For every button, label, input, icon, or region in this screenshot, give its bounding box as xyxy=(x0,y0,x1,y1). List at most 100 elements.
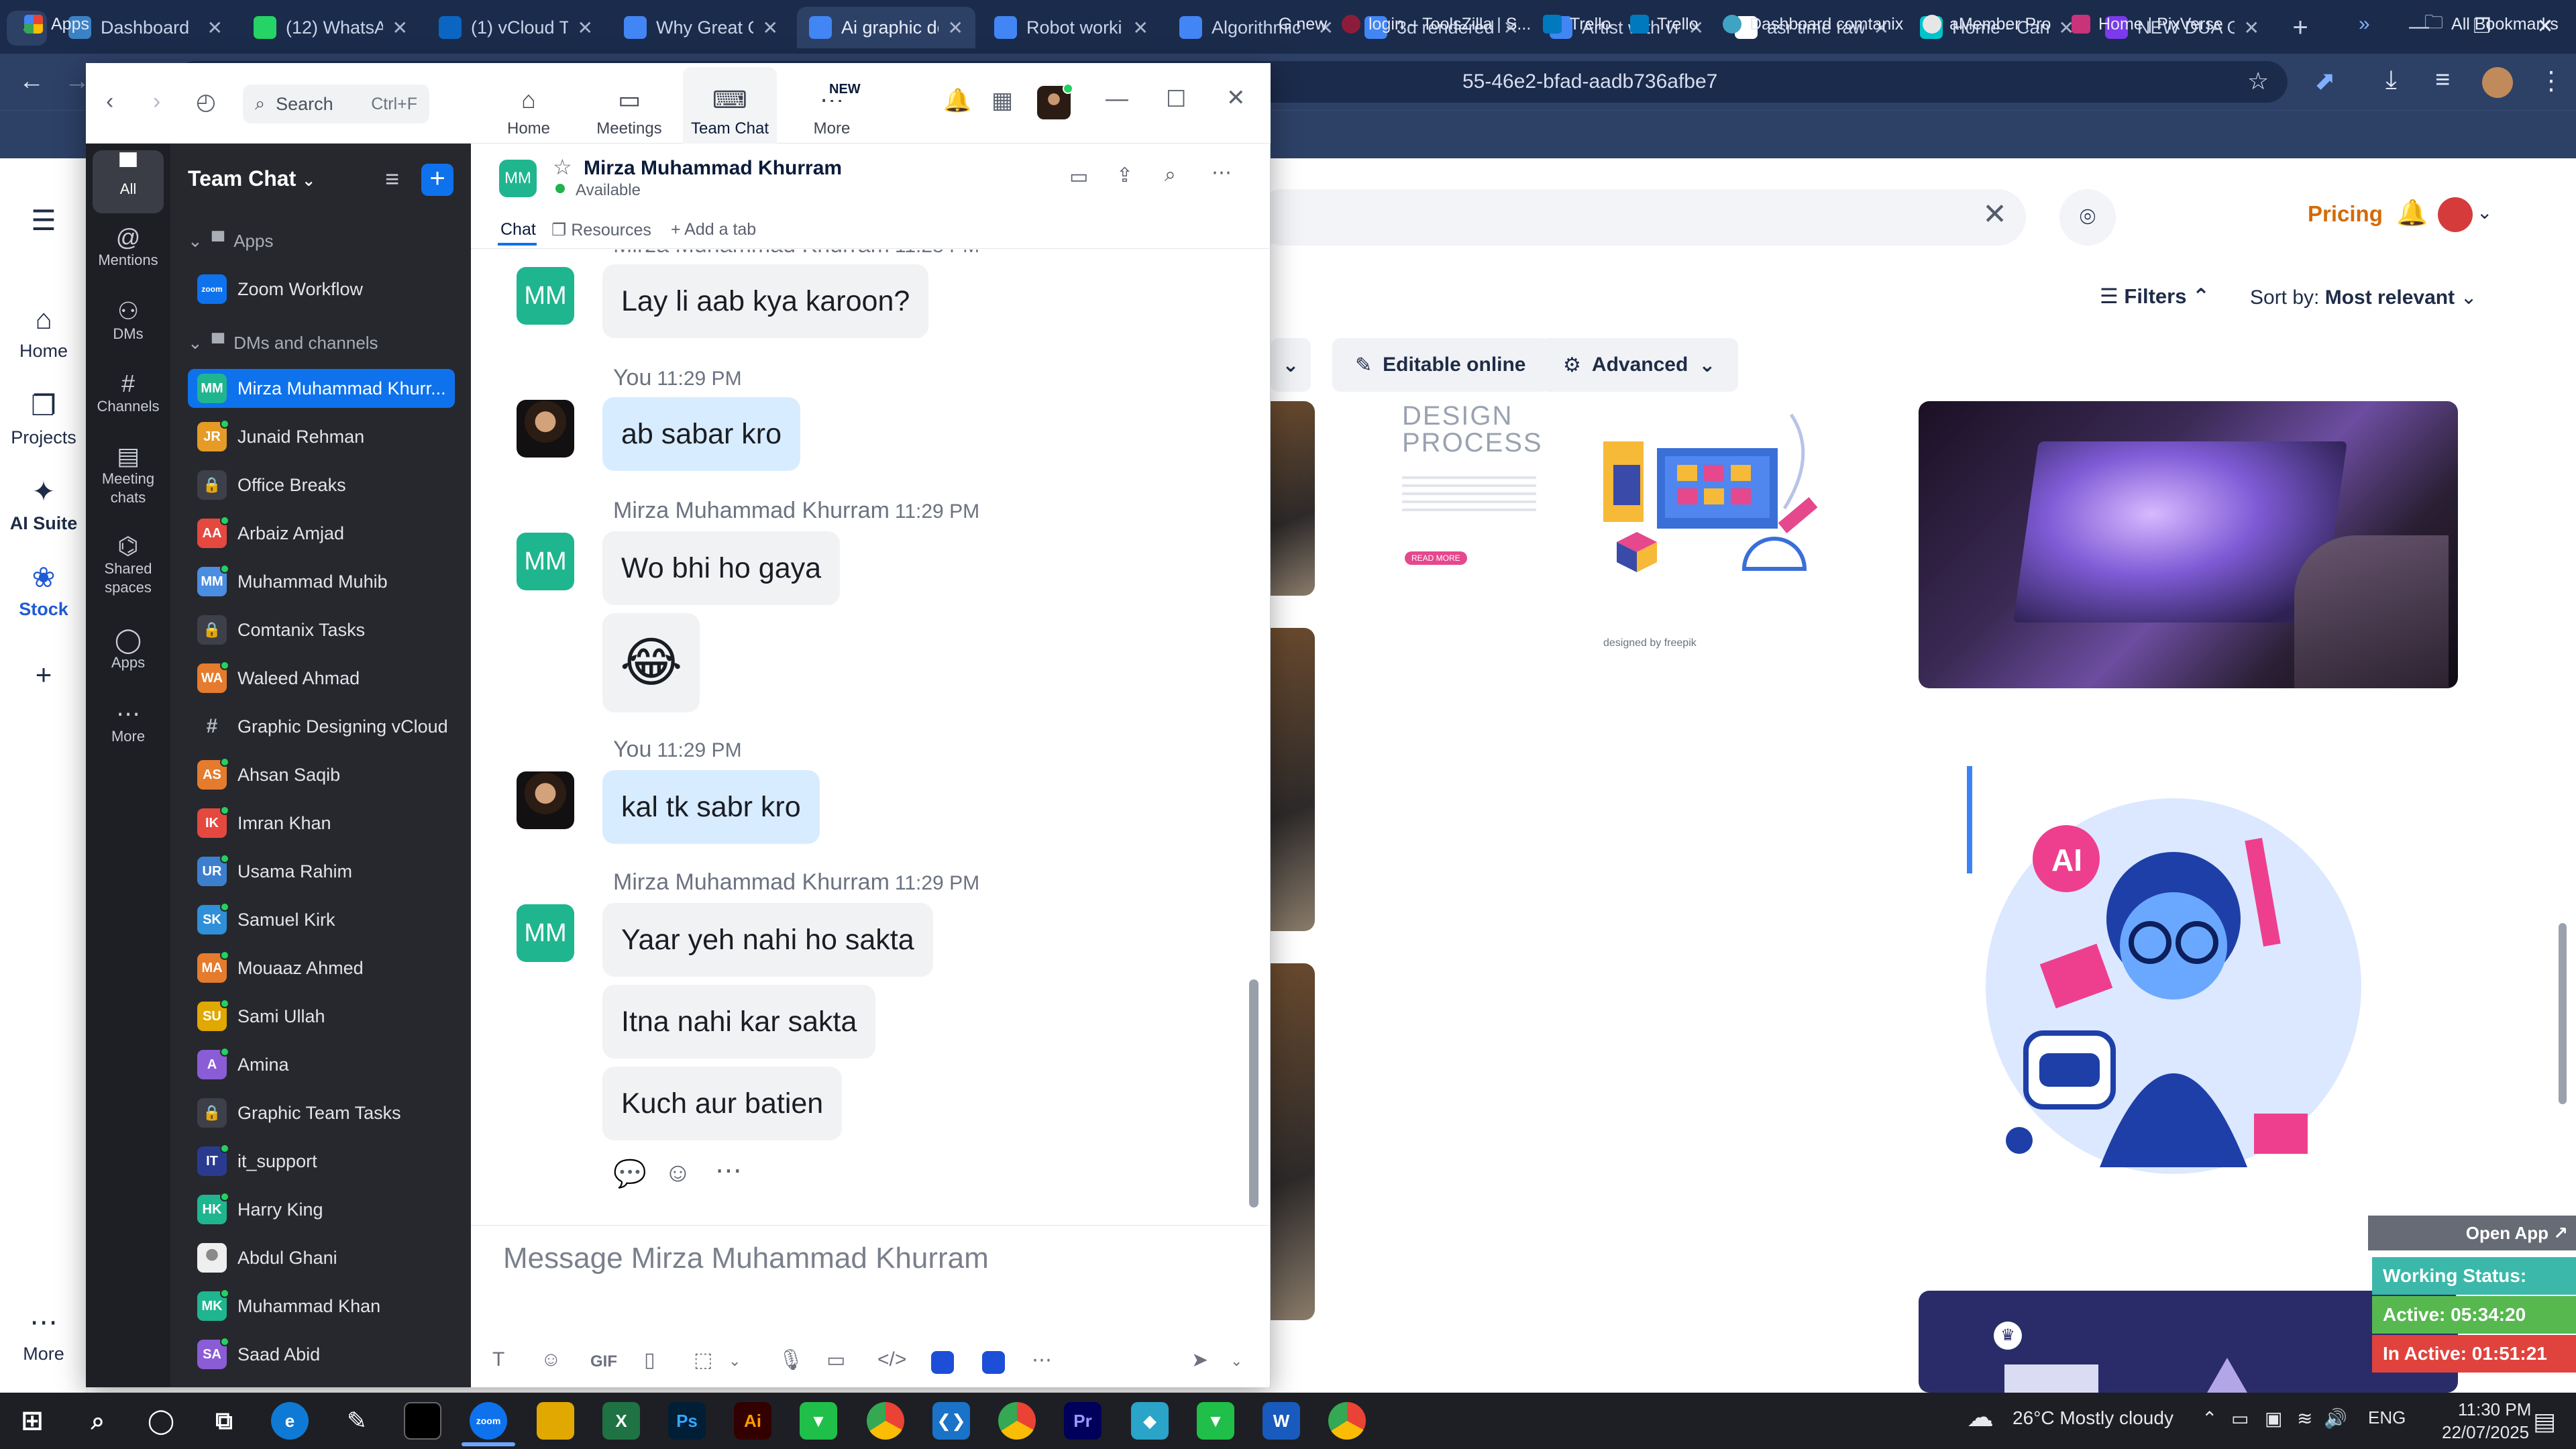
nav-more[interactable]: ⋯ More xyxy=(86,702,170,746)
sidebar-item[interactable]: AA Arbaiz Amjad xyxy=(188,514,455,553)
microphone-icon[interactable]: 🎙 xyxy=(778,1348,804,1372)
sidebar-item[interactable]: MA Mouaaz Ahmed xyxy=(188,949,455,987)
sidebar-item[interactable]: IK Imran Khan xyxy=(188,804,455,843)
forward-arrow-icon[interactable]: › xyxy=(153,89,160,115)
rail-projects[interactable]: ❐ Projects xyxy=(0,389,87,448)
bookmark-toolszilla[interactable]: login – ToolsZilla | S... xyxy=(1342,9,1531,39)
result-image-partial[interactable] xyxy=(1271,628,1315,931)
extensions-icon[interactable]: ⬈ xyxy=(2314,66,2336,96)
close-tab-icon[interactable]: ✕ xyxy=(2244,17,2259,39)
nav-shared-spaces[interactable]: ⌬ Shared spaces xyxy=(86,534,170,597)
sidebar-item[interactable]: IT it_support xyxy=(188,1142,455,1181)
editable-online-chip[interactable]: ✎ Editable online xyxy=(1332,338,1549,392)
nav-all[interactable]: ▀ All xyxy=(93,150,164,213)
sidebar-item[interactable]: SA Saad Abid xyxy=(188,1335,455,1374)
chrome-icon[interactable] xyxy=(867,1402,904,1440)
new-chat-button[interactable]: + xyxy=(421,164,453,196)
bookmark-apps[interactable]: Apps xyxy=(24,9,89,39)
sidebar-item-zoom-workflow[interactable]: zoom Zoom Workflow xyxy=(188,270,455,309)
rail-more[interactable]: ⋯ More xyxy=(0,1305,87,1364)
window-maximize-icon[interactable]: ☐ xyxy=(1166,86,1186,113)
send-icon[interactable]: ➤ xyxy=(1191,1348,1208,1372)
tray-overflow-chevron-icon[interactable]: ⌃ xyxy=(2202,1407,2217,1430)
sender-avatar[interactable]: MM xyxy=(517,267,574,325)
message-more-icon[interactable]: ⋯ xyxy=(715,1155,742,1186)
my-avatar[interactable] xyxy=(517,400,574,458)
screenshot-icon[interactable]: ⬚ xyxy=(694,1348,712,1372)
browser-tab[interactable]: Robot worki ✕ xyxy=(982,7,1161,48)
app-green-icon[interactable]: ▼ xyxy=(800,1402,837,1440)
premiere-icon[interactable]: Pr xyxy=(1064,1402,1102,1440)
weather-text[interactable]: 26°C Mostly cloudy xyxy=(2012,1407,2174,1429)
open-app-button[interactable]: Open App ↗ xyxy=(2368,1216,2576,1250)
rail-ai-suite[interactable]: ✦ AI Suite xyxy=(0,475,87,534)
bookmark-dashboard-comtanix[interactable]: Dashboard comtanix xyxy=(1723,9,1903,39)
app-integration-icon[interactable] xyxy=(931,1351,954,1374)
bookmark-amember[interactable]: aMember Pro xyxy=(1923,9,2051,39)
tray-app-icon[interactable]: ▭ xyxy=(2231,1407,2249,1430)
browser-tab[interactable]: Why Great G ✕ xyxy=(612,7,790,48)
sidebar-item[interactable]: WA Waleed Ahmad xyxy=(188,659,455,698)
browser-menu-icon[interactable]: ⋮ xyxy=(2538,66,2564,96)
message-bubble[interactable]: Yaar yeh nahi ho sakta xyxy=(602,903,933,977)
page-scrollbar[interactable] xyxy=(2559,923,2567,1104)
more-bookmarks-chevron-icon[interactable]: » xyxy=(2359,9,2370,39)
account-chevron-icon[interactable]: ⌄ xyxy=(2477,201,2492,223)
profile-avatar[interactable] xyxy=(2482,67,2513,98)
contact-name[interactable]: Mirza Muhammad Khurram xyxy=(584,157,842,180)
cortana-icon[interactable]: ◯ xyxy=(142,1402,180,1440)
filter-icon[interactable]: ≡ xyxy=(385,165,399,193)
message-bubble[interactable]: Lay li aab kya karoon? xyxy=(602,264,929,338)
message-bubble[interactable]: ab sabar kro xyxy=(602,397,801,471)
more-options-icon[interactable]: ⋯ xyxy=(1212,161,1232,184)
terminal-icon[interactable] xyxy=(404,1402,441,1440)
sidebar-item[interactable]: # Graphic Designing vCloud xyxy=(188,707,455,746)
apps-section-header[interactable]: ⌄ ▀ Apps xyxy=(188,231,273,252)
excel-icon[interactable]: X xyxy=(602,1402,640,1440)
gif-button[interactable]: GIF xyxy=(590,1352,617,1371)
chat-tab-resources[interactable]: ❐ Resources xyxy=(551,220,651,240)
bookmark-star-icon[interactable]: ☆ xyxy=(2247,67,2269,95)
chevron-down-icon[interactable]: ⌄ xyxy=(729,1352,741,1370)
chrome-2-icon[interactable] xyxy=(1328,1402,1366,1440)
emoji-icon[interactable]: ☺ xyxy=(541,1348,561,1371)
browser-tab[interactable]: Ai graphic de ✕ xyxy=(797,7,975,48)
illustrator-icon[interactable]: Ai xyxy=(734,1402,771,1440)
message-bubble[interactable]: Wo bhi ho gaya xyxy=(602,531,841,605)
media-control-icon[interactable]: ≡ xyxy=(2435,66,2450,95)
close-tab-icon[interactable]: ✕ xyxy=(578,17,593,39)
notifications-bell-icon[interactable]: 🔔 xyxy=(2396,199,2428,228)
clock-date[interactable]: 22/07/2025 xyxy=(2442,1422,2529,1443)
windows-start-icon[interactable]: ⊞ xyxy=(13,1402,51,1440)
sidebar-item[interactable]: JR Junaid Rehman xyxy=(188,417,455,456)
sidebar-item[interactable]: SK Samuel Kirk xyxy=(188,900,455,939)
app-blue-icon[interactable]: ◆ xyxy=(1131,1402,1169,1440)
user-avatar[interactable] xyxy=(2438,197,2473,232)
search-icon[interactable]: ⌕ xyxy=(79,1402,117,1440)
search-icon[interactable]: ⌕ xyxy=(1165,164,1176,186)
sidebar-item[interactable]: SU Sami Ullah xyxy=(188,997,455,1036)
edge-icon[interactable]: e xyxy=(271,1402,309,1440)
sidebar-item[interactable]: 🔒 Office Breaks xyxy=(188,466,455,504)
my-avatar[interactable] xyxy=(517,771,574,829)
task-view-icon[interactable]: ⧉ xyxy=(205,1402,243,1440)
result-image-design-process[interactable]: DESIGN PROCESS READ MORE designed by fre… xyxy=(1335,401,1851,669)
notification-center-icon[interactable]: ▤ xyxy=(2533,1407,2556,1436)
vscode-icon[interactable]: ❮❯ xyxy=(932,1402,970,1440)
zoom-taskbar-icon[interactable]: zoom xyxy=(470,1402,507,1440)
close-tab-icon[interactable]: ✕ xyxy=(207,17,223,39)
add-reaction-icon[interactable]: ☺ xyxy=(664,1158,692,1188)
sidebar-item[interactable]: HK Harry King xyxy=(188,1190,455,1229)
emoji-message-bubble[interactable]: 😂 xyxy=(602,613,700,712)
sidebar-item[interactable]: 🔒 Comtanix Tasks xyxy=(188,610,455,649)
pen-icon[interactable]: ✎ xyxy=(338,1402,376,1440)
sender-avatar[interactable]: MM xyxy=(517,533,574,590)
chat-tab-chat[interactable]: Chat xyxy=(500,220,536,239)
bookmark-trello-1[interactable]: Trello xyxy=(1543,9,1611,39)
message-input[interactable]: Message Mirza Muhammad Khurram xyxy=(503,1238,1241,1279)
nav-dms[interactable]: ⚇ DMs xyxy=(86,299,170,343)
message-bubble[interactable]: Kuch aur batien xyxy=(602,1067,843,1140)
bookmark-pixverse[interactable]: Home | PixVerse xyxy=(2072,9,2223,39)
sort-by-dropdown[interactable]: Sort by: Most relevant ⌄ xyxy=(2250,286,2477,309)
result-image-digital-artist[interactable] xyxy=(1919,401,2458,688)
